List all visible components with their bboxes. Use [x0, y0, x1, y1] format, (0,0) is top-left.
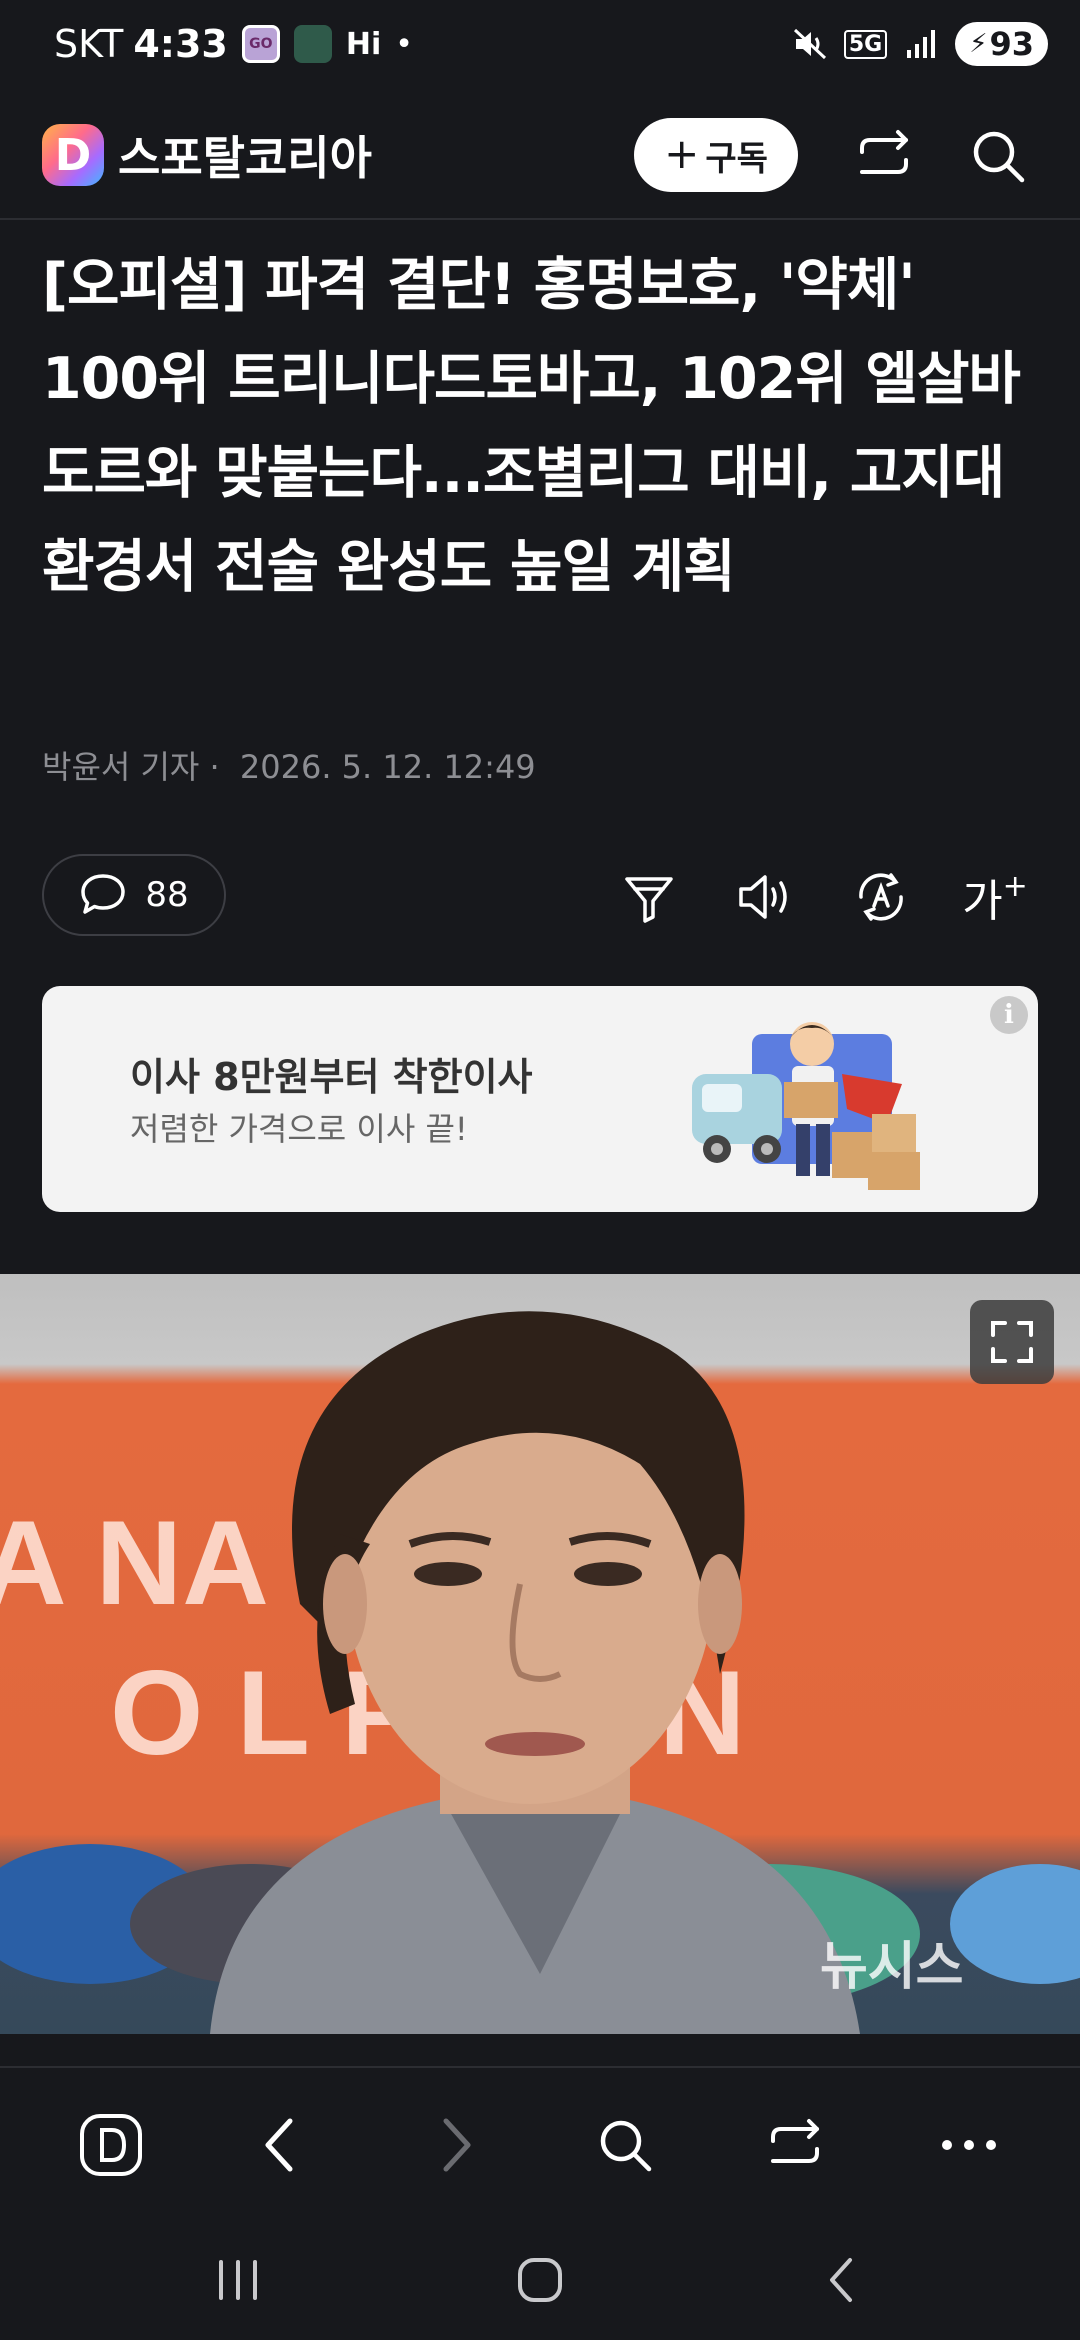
font-size-label: 가	[962, 876, 1003, 927]
calendar-notification-icon	[293, 25, 332, 63]
home-d-icon[interactable]	[76, 2110, 146, 2180]
subscribe-label: 구독	[705, 138, 768, 179]
translate-icon[interactable]	[850, 866, 912, 928]
hi-notification-icon: Hi	[345, 26, 382, 62]
article-action-row: 88 가 +	[0, 852, 1080, 940]
recent-apps-icon[interactable]	[208, 2250, 268, 2310]
system-back-icon[interactable]	[812, 2250, 872, 2310]
photo-watermark: 뉴시스	[820, 1937, 964, 1997]
publish-date: 2026. 5. 12. 12:49	[239, 748, 536, 786]
article-byline: 박윤서 기자 · 2026. 5. 12. 12:49	[42, 742, 536, 788]
reporter-name[interactable]: 박윤서 기자 ·	[42, 748, 220, 786]
system-navigation-bar	[0, 2216, 1080, 2340]
subscribe-button[interactable]: + 구독	[634, 118, 798, 192]
browser-bottom-bar	[0, 2066, 1080, 2216]
person-portrait	[0, 1311, 1080, 2034]
search-icon[interactable]	[590, 2110, 660, 2180]
network-type-label: 5G	[843, 29, 888, 59]
battery-indicator: ⚡ 93	[955, 22, 1048, 66]
carrier-label: SKT	[54, 22, 124, 66]
ad-info-icon[interactable]: i	[990, 996, 1028, 1034]
go-app-notification-icon: GO	[241, 25, 280, 63]
daum-logo-icon[interactable]: D	[42, 124, 104, 186]
clock: 4:33	[133, 22, 228, 66]
logo-letter: D	[54, 129, 92, 181]
article-photo[interactable]: A NA L FOOT O L PARTN 뉴시스	[0, 1274, 1080, 2034]
comment-icon	[81, 874, 126, 914]
forward-icon[interactable]	[420, 2110, 490, 2180]
font-size-icon[interactable]: 가 +	[962, 866, 1028, 928]
top-app-bar: D 스포탈코리아 + 구독	[0, 90, 1080, 220]
comment-button[interactable]: 88	[42, 854, 226, 936]
more-notifications-dot: •	[395, 26, 413, 62]
battery-level: 93	[989, 25, 1034, 63]
ad-banner[interactable]: 이사 8만원부터 착한이사 저렴한 가격으로 이사 끝! i	[42, 986, 1038, 1212]
speaker-icon[interactable]	[734, 866, 796, 928]
ad-subtitle: 저렴한 가격으로 이사 끝!	[130, 1110, 468, 1148]
share-icon[interactable]	[760, 2110, 830, 2180]
comment-count: 88	[145, 875, 189, 915]
share-icon[interactable]	[846, 118, 922, 194]
home-icon[interactable]	[510, 2250, 570, 2310]
moving-truck-illustration	[692, 1022, 920, 1190]
article-headline: [오피셜] 파격 결단! 홍명보호, '약체' 100위 트리니다드토바고, 1…	[42, 252, 1021, 600]
back-icon[interactable]	[246, 2110, 316, 2180]
ad-title: 이사 8만원부터 착한이사	[130, 1055, 533, 1099]
signal-icon	[907, 30, 936, 58]
status-bar: SKT 4:33 GO Hi • 5G ⚡ 93	[0, 0, 1080, 90]
filter-icon[interactable]	[618, 866, 680, 928]
expand-icon[interactable]	[970, 1300, 1054, 1384]
search-icon[interactable]	[960, 118, 1036, 194]
plus-icon: +	[664, 128, 700, 178]
mute-icon	[793, 28, 826, 60]
more-icon[interactable]	[934, 2110, 1004, 2180]
site-name[interactable]: 스포탈코리아	[118, 122, 372, 188]
